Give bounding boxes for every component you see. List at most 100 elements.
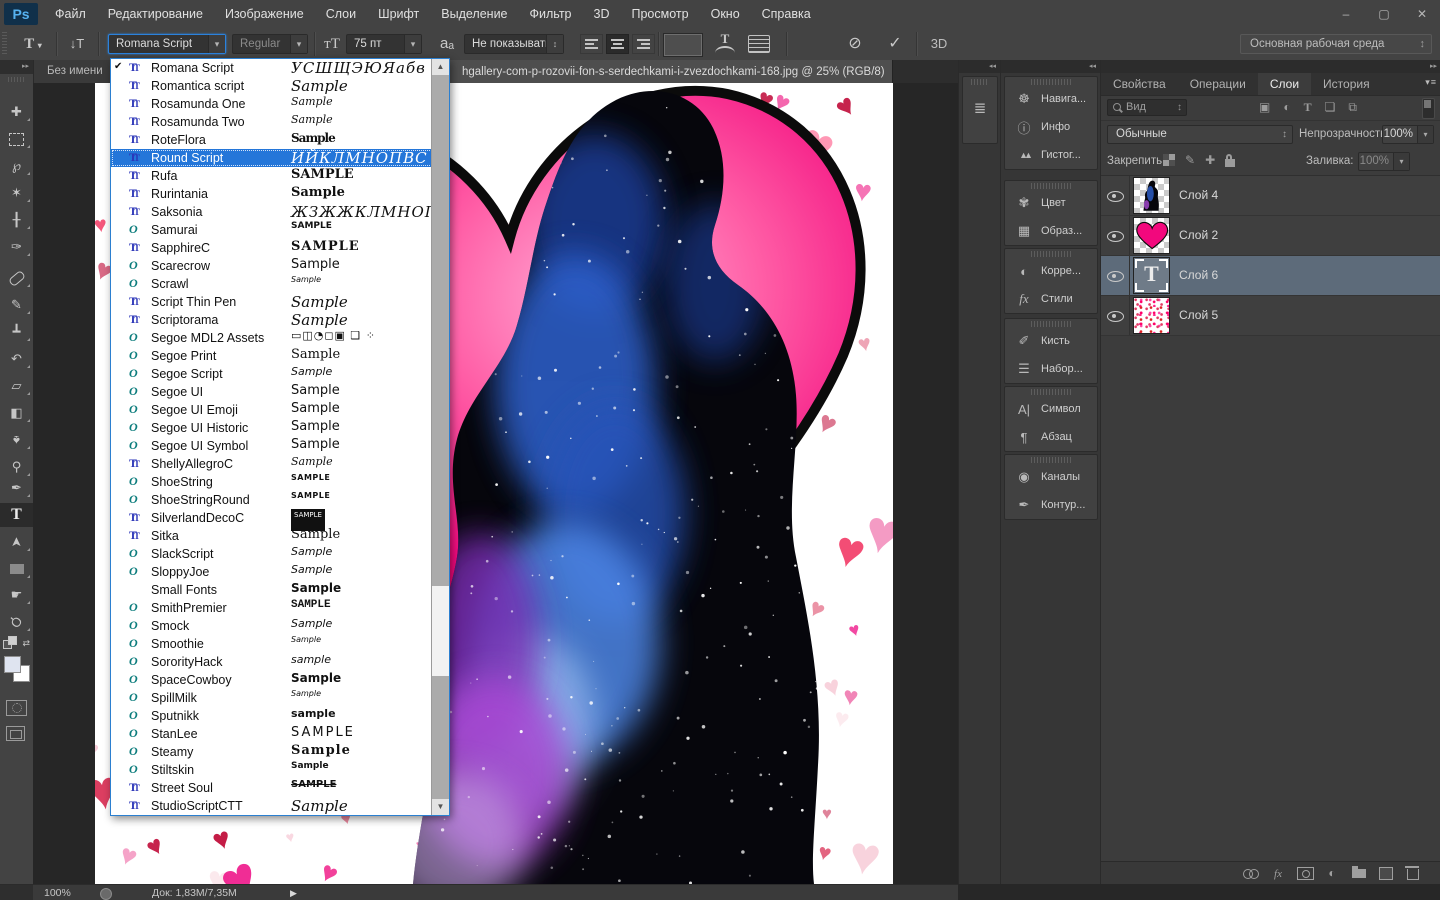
font-option-15[interactable]: OSegoe MDL2 Assets▭◫◔◻▣ ❑ ⁘: [111, 329, 433, 347]
font-option-2[interactable]: TTRosamunda OneSample: [111, 95, 433, 113]
tab-свойства[interactable]: Свойства: [1101, 73, 1178, 95]
quick-mask-button[interactable]: [6, 700, 27, 716]
filter-kind-select[interactable]: Вид ↕: [1107, 99, 1187, 116]
filter-smart-objects-icon[interactable]: ⧉: [1348, 100, 1357, 115]
font-option-41[interactable]: TTStudioScriptCTTSample: [111, 797, 433, 815]
lock-pixels-icon[interactable]: ✎: [1185, 153, 1195, 167]
font-option-22[interactable]: TTShellyAllegroCSample: [111, 455, 433, 473]
navigator-panel-button[interactable]: ☸Навига...: [1005, 85, 1097, 113]
menu-item-7[interactable]: 3D: [583, 0, 621, 28]
lasso-tool[interactable]: ℘: [0, 154, 33, 178]
font-option-36[interactable]: OSputnikksample: [111, 707, 433, 725]
font-option-5[interactable]: TTRound ScriptИЙКЛМНОПВС: [111, 149, 433, 167]
font-option-4[interactable]: TTRoteFloraSample: [111, 131, 433, 149]
font-option-17[interactable]: OSegoe ScriptSample: [111, 365, 433, 383]
layer-thumbnail[interactable]: [1134, 178, 1169, 213]
eraser-tool[interactable]: ▱: [0, 374, 33, 398]
lock-all-icon[interactable]: [1225, 159, 1235, 167]
eye-icon[interactable]: [1107, 191, 1124, 202]
color-panel-button[interactable]: ✾Цвет: [1005, 189, 1097, 217]
layer-thumbnail[interactable]: [1134, 218, 1169, 253]
minimize-button[interactable]: –: [1336, 7, 1356, 21]
foreground-background-swatches[interactable]: [4, 656, 30, 682]
hand-tool[interactable]: ☛: [0, 583, 33, 607]
font-option-21[interactable]: OSegoe UI SymbolSample: [111, 437, 433, 455]
font-option-40[interactable]: TTStreet SoulSAMPLE: [111, 779, 433, 797]
opacity-select[interactable]: 100% ▾: [1382, 125, 1434, 144]
tab-история[interactable]: История: [1311, 73, 1382, 95]
crop-tool[interactable]: ╂: [0, 208, 33, 232]
paragraph-panel-button[interactable]: ¶Абзац: [1005, 423, 1097, 451]
layer-row-4[interactable]: Слой 5: [1101, 296, 1440, 336]
clone-source-panel-button[interactable]: ≣: [963, 85, 997, 117]
align-left-button[interactable]: [580, 34, 603, 54]
type-tool[interactable]: T: [0, 503, 33, 527]
new-layer-button[interactable]: [1374, 862, 1398, 884]
workspace-select[interactable]: Основная рабочая среда ↕: [1240, 34, 1432, 54]
layer-row-1[interactable]: Слой 4: [1101, 176, 1440, 216]
layer-thumbnail[interactable]: [1134, 298, 1169, 333]
collapse-panel-icon[interactable]: ▸▸: [1101, 60, 1440, 73]
blur-tool[interactable]: ♠: [0, 428, 33, 452]
path-selection-tool[interactable]: ➤: [0, 530, 33, 554]
font-option-33[interactable]: OSororityHacksample: [111, 653, 433, 671]
marquee-tool[interactable]: [0, 127, 33, 151]
text-orientation-button[interactable]: ↓T: [62, 33, 92, 55]
lock-transparency-icon[interactable]: [1163, 154, 1175, 166]
scroll-down-arrow[interactable]: ▼: [432, 799, 449, 815]
layer-style-button[interactable]: fx: [1266, 862, 1290, 884]
font-option-8[interactable]: TTSaksoniaЖЗЖЖКЛМНОП: [111, 203, 433, 221]
screen-mode-button[interactable]: [6, 726, 25, 741]
commit-edits-button[interactable]: ✓: [880, 33, 910, 55]
collapse-panels-icon[interactable]: ◂◂: [959, 60, 1001, 73]
font-option-10[interactable]: TTSapphireCSAMPLE: [111, 239, 433, 257]
font-option-13[interactable]: TTScript Thin PenSample: [111, 293, 433, 311]
chevron-down-icon[interactable]: ▾: [208, 35, 225, 53]
filter-toggle-switch[interactable]: [1422, 98, 1435, 119]
font-option-19[interactable]: OSegoe UI EmojiSample: [111, 401, 433, 419]
clone-stamp-tool[interactable]: ┻: [0, 320, 33, 344]
font-option-28[interactable]: OSloppyJoeSample: [111, 563, 433, 581]
font-option-26[interactable]: TTSitkaSample: [111, 527, 433, 545]
magic-wand-tool[interactable]: ✶: [0, 181, 33, 205]
font-style-select[interactable]: Regular ▾: [232, 34, 308, 54]
spinner-arrows-icon[interactable]: ↕: [546, 35, 563, 53]
chevron-down-icon[interactable]: ▾: [1417, 126, 1433, 143]
font-option-31[interactable]: OSmockSample: [111, 617, 433, 635]
toggle-panels-button[interactable]: [748, 35, 770, 53]
font-option-14[interactable]: TTScriptoramaSample: [111, 311, 433, 329]
font-option-34[interactable]: OSpaceCowboySample: [111, 671, 433, 689]
tab-слои[interactable]: Слои: [1258, 73, 1311, 95]
menu-item-5[interactable]: Выделение: [430, 0, 518, 28]
options-bar-grip[interactable]: [2, 32, 7, 56]
history-brush-tool[interactable]: ↶: [0, 347, 33, 371]
new-group-button[interactable]: [1347, 862, 1371, 884]
warp-text-button[interactable]: T: [712, 32, 738, 56]
histogram-panel-button[interactable]: ▲▲Гистог...: [1005, 141, 1097, 169]
layer-visibility-cell[interactable]: [1101, 256, 1130, 295]
paths-panel-button[interactable]: ✒Контур...: [1005, 491, 1097, 519]
cancel-edits-button[interactable]: ⊘: [840, 33, 870, 55]
type-tool-preset-button[interactable]: T ▾: [18, 33, 48, 55]
3d-button[interactable]: 3D: [924, 33, 954, 55]
swap-colors-icon[interactable]: ⇄: [3, 636, 31, 652]
menu-item-4[interactable]: Шрифт: [367, 0, 430, 28]
tab-active-document[interactable]: hgallery-com-p-rozovii-fon-s-serdechkami…: [448, 60, 893, 83]
font-option-25[interactable]: TTSilverlandDecoCSAMPLE: [111, 509, 433, 527]
align-right-button[interactable]: [632, 34, 655, 54]
menu-item-8[interactable]: Просмотр: [621, 0, 700, 28]
menu-item-9[interactable]: Окно: [700, 0, 751, 28]
pen-tool[interactable]: ✒: [0, 476, 33, 500]
font-option-20[interactable]: OSegoe UI HistoricSample: [111, 419, 433, 437]
tab-операции[interactable]: Операции: [1178, 73, 1258, 95]
add-layer-mask-button[interactable]: [1293, 862, 1317, 884]
styles-panel-button[interactable]: fxСтили: [1005, 285, 1097, 313]
character-panel-button[interactable]: A|Символ: [1005, 395, 1097, 423]
font-option-27[interactable]: OSlackScriptSample: [111, 545, 433, 563]
gradient-tool[interactable]: ◧: [0, 401, 33, 425]
font-option-30[interactable]: OSmithPremierSAMPLE: [111, 599, 433, 617]
font-option-24[interactable]: OShoeStringRoundSAMPLE: [111, 491, 433, 509]
layer-visibility-cell[interactable]: [1101, 176, 1130, 215]
eye-icon[interactable]: [1107, 271, 1124, 282]
font-option-18[interactable]: OSegoe UISample: [111, 383, 433, 401]
